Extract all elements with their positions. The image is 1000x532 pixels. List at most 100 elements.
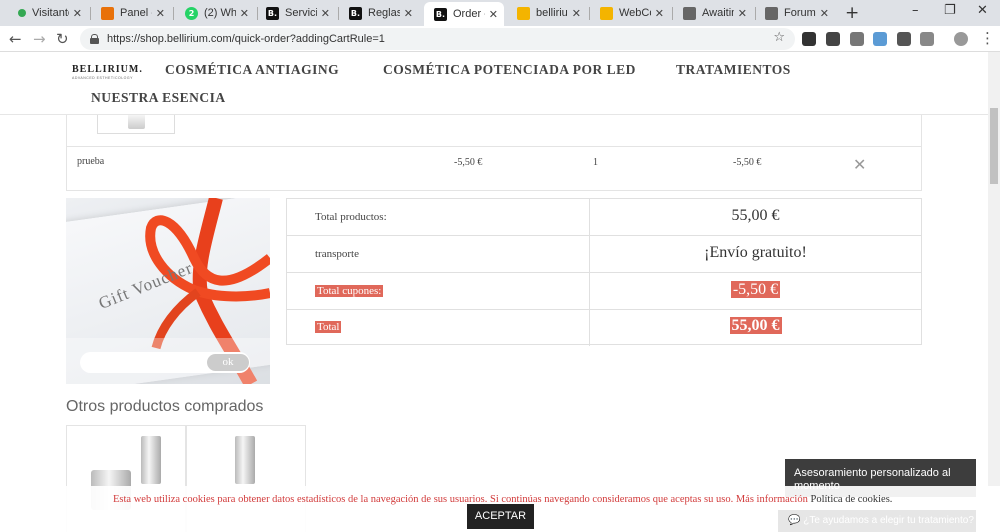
browser-tab[interactable]: bellirium ✕ <box>507 2 587 24</box>
browser-tab[interactable]: Awaiting ✕ <box>673 2 753 24</box>
tab-label: Visitantes <box>32 7 69 19</box>
smile-favicon-icon <box>600 6 613 20</box>
tab-strip: Visitantes ✕ Panel - V ✕ 2 (2) Whats ✕ B. Servic… <box>0 0 1000 26</box>
remove-item-icon[interactable]: ✕ <box>853 155 866 174</box>
extension-dropbox-icon[interactable] <box>850 32 864 46</box>
page-scrollbar[interactable] <box>988 52 1000 486</box>
site-logo[interactable]: BELLIRIUM. ADVANCED ESTHETICOLOGY <box>72 64 142 80</box>
nav-esencia[interactable]: NUESTRA ESENCIA <box>91 90 226 106</box>
extension-off-icon[interactable] <box>873 32 887 46</box>
cookie-text: Esta web utiliza cookies para obtener da… <box>113 494 808 505</box>
nav-led[interactable]: COSMÉTICA POTENCIADA POR LED <box>383 62 636 78</box>
coupons-value-cell: -5,50 € <box>590 281 921 299</box>
grand-total-label: Total <box>315 321 342 333</box>
cart-table: prueba -5,50 € 1 -5,50 € ✕ <box>66 115 922 191</box>
tab-close-icon[interactable]: ✕ <box>820 7 829 20</box>
menu-kebab-icon[interactable]: ⋮ <box>980 29 995 47</box>
grand-total-value: 55,00 € <box>729 317 782 334</box>
product-thumbnail[interactable] <box>97 115 175 134</box>
totals-table: Total productos: 55,00 € transporte ¡Env… <box>286 198 922 346</box>
tab-close-icon[interactable]: ✕ <box>489 8 498 21</box>
green-dot-icon <box>18 9 26 17</box>
tab-label: Reglas d <box>368 7 400 19</box>
bellirium-favicon-icon: B. <box>349 6 362 20</box>
browser-tab[interactable]: B. Order - E ✕ <box>424 2 504 26</box>
chat-open-button[interactable]: 💬 ¿Te ayudamos a elegir tu tratamiento? <box>778 510 976 532</box>
close-window-icon[interactable]: ✕ <box>977 3 988 18</box>
nav-antiaging[interactable]: COSMÉTICA ANTIAGING <box>165 62 339 78</box>
tab-close-icon[interactable]: ✕ <box>404 7 413 20</box>
cart-item-name: prueba <box>77 156 105 167</box>
tab-label: Order - E <box>453 8 485 20</box>
browser-toolbar: ← → ↻ https://shop.bellirium.com/quick-o… <box>0 26 1000 52</box>
forward-icon[interactable]: → <box>33 30 46 48</box>
extension-pocket-icon[interactable] <box>897 32 911 46</box>
browser-tab[interactable]: 2 (2) Whats ✕ <box>175 2 255 24</box>
totals-row: Total 55,00 € <box>287 309 921 346</box>
url-text: https://shop.bellirium.com/quick-order?a… <box>107 33 385 45</box>
scroll-thumb[interactable] <box>990 108 998 184</box>
gift-voucher-image: Gift Voucher ok <box>66 198 270 384</box>
tab-label: Forums <box>784 7 816 19</box>
site-header: BELLIRIUM. ADVANCED ESTHETICOLOGY COSMÉT… <box>0 52 1000 115</box>
shipping-value: ¡Envío gratuito! <box>704 244 807 261</box>
tab-close-icon[interactable]: ✕ <box>321 7 330 20</box>
browser-tab[interactable]: B. Reglas d ✕ <box>339 2 419 24</box>
whatsapp-icon: 2 <box>185 6 198 20</box>
browser-tab[interactable]: Panel - V ✕ <box>91 2 171 24</box>
tab-label: Awaiting <box>702 7 734 19</box>
cart-item-total: -5,50 € <box>733 157 762 168</box>
tab-close-icon[interactable]: ✕ <box>240 7 249 20</box>
chat-bubble-icon: 💬 <box>788 515 801 526</box>
other-products-title: Otros productos comprados <box>66 398 264 415</box>
smile-favicon-icon <box>517 6 530 20</box>
lock-icon <box>90 34 99 44</box>
browser-tab[interactable]: Visitantes ✕ <box>8 2 88 24</box>
logo-text: BELLIRIUM. <box>72 64 143 75</box>
back-icon[interactable]: ← <box>9 30 22 48</box>
reload-icon[interactable]: ↻ <box>56 30 69 48</box>
tab-label: bellirium <box>536 7 568 19</box>
tab-close-icon[interactable]: ✕ <box>73 7 82 20</box>
tab-close-icon[interactable]: ✕ <box>156 7 165 20</box>
address-bar[interactable]: https://shop.bellirium.com/quick-order?a… <box>80 28 795 50</box>
tab-close-icon[interactable]: ✕ <box>655 7 664 20</box>
accept-cookies-button[interactable]: ACEPTAR <box>467 504 534 529</box>
cart-item-price: -5,50 € <box>454 157 483 168</box>
nav-tratamientos[interactable]: TRATAMIENTOS <box>676 62 791 78</box>
total-products-label: Total productos: <box>315 211 387 223</box>
cookie-policy-link[interactable]: Política de cookies. <box>810 494 892 505</box>
new-tab-icon[interactable]: + <box>845 3 859 23</box>
tab-label: Panel - V <box>120 7 152 19</box>
shipping-label: transporte <box>315 248 359 260</box>
coupons-value: -5,50 € <box>730 281 781 298</box>
panel-favicon-icon <box>101 6 114 20</box>
cart-item-qty: 1 <box>593 157 598 168</box>
forum-favicon-icon <box>765 6 778 20</box>
forum-favicon-icon <box>683 6 696 20</box>
maximize-icon[interactable]: ❐ <box>944 3 956 18</box>
totals-row: Total productos: 55,00 € <box>287 199 921 236</box>
chat-button-label: ¿Te ayudamos a elegir tu tratamiento? <box>803 515 974 526</box>
totals-row: transporte ¡Envío gratuito! <box>287 236 921 273</box>
tab-close-icon[interactable]: ✕ <box>738 7 747 20</box>
minimize-icon[interactable]: – <box>912 3 919 18</box>
logo-subtitle: ADVANCED ESTHETICOLOGY <box>72 76 133 80</box>
extension-shield-icon[interactable] <box>826 32 840 46</box>
tab-close-icon[interactable]: ✕ <box>572 7 581 20</box>
tab-label: WebCon <box>619 7 651 19</box>
total-products-value: 55,00 € <box>731 207 780 224</box>
bookmark-star-icon[interactable]: ☆ <box>773 30 785 45</box>
profile-avatar-icon[interactable] <box>954 32 968 46</box>
browser-tab[interactable]: B. Servicios ✕ <box>256 2 336 24</box>
extension-skype-icon[interactable] <box>920 32 934 46</box>
extension-m-icon[interactable] <box>802 32 816 46</box>
tab-label: (2) Whats <box>204 7 236 19</box>
voucher-ok-button[interactable]: ok <box>207 354 249 371</box>
bellirium-favicon-icon: B. <box>266 6 279 20</box>
tab-label: Servicios <box>285 7 317 19</box>
totals-row: Total cupones: -5,50 € <box>287 273 921 310</box>
bellirium-favicon-icon: B. <box>434 7 447 21</box>
browser-tab[interactable]: WebCon ✕ <box>590 2 670 24</box>
browser-tab[interactable]: Forums ✕ <box>755 2 835 24</box>
